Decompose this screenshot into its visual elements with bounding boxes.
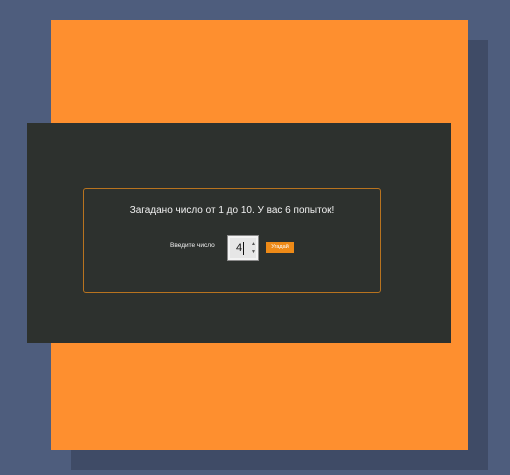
input-label: Введите число [170,242,215,249]
number-input-value: 4 [236,242,243,254]
spinner-down-icon[interactable]: ▼ [251,248,256,256]
guess-button[interactable]: Угадай [266,242,294,253]
dark-banner: Загадано число от 1 до 10. У вас 6 попыт… [27,123,451,343]
spinner-up-icon[interactable]: ▲ [251,240,256,248]
game-box: Загадано число от 1 до 10. У вас 6 попыт… [83,188,381,293]
input-row: Введите число 4 ▲ ▼ Угадай [170,235,350,261]
number-input[interactable]: 4 ▲ ▼ [227,235,259,261]
number-spinner[interactable]: ▲ ▼ [250,240,257,256]
text-caret [243,242,244,255]
game-title: Загадано число от 1 до 10. У вас 6 попыт… [129,205,335,216]
